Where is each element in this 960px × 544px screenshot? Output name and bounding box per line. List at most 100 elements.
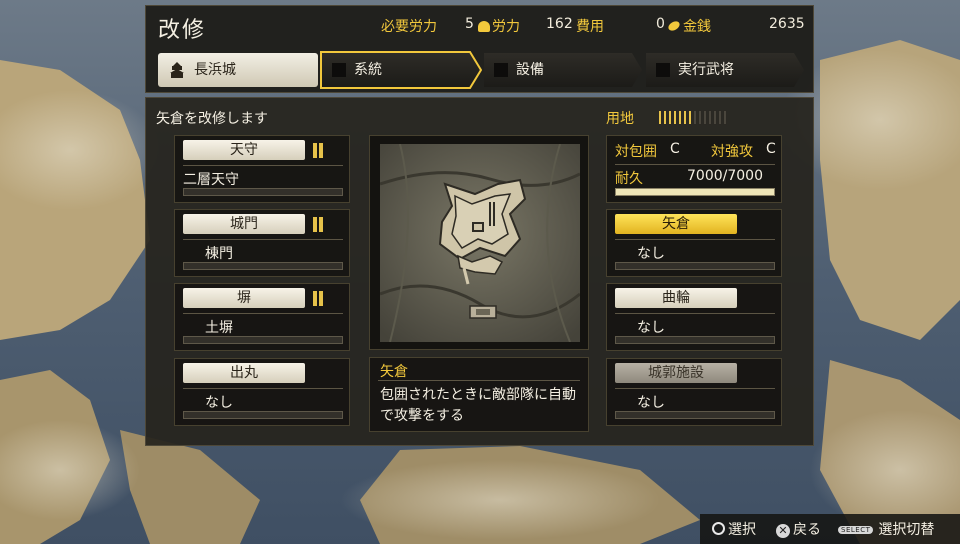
divider <box>183 165 343 166</box>
tab-equipment-label: 設備 <box>516 62 544 78</box>
assault-label: 対強攻 <box>711 144 753 160</box>
cost-value: 0 <box>656 16 665 32</box>
land-segment <box>708 110 712 125</box>
progress-bar <box>183 188 343 196</box>
info-title: 矢倉 <box>380 364 408 380</box>
divider <box>183 313 343 314</box>
castle-name: 長浜城 <box>194 62 236 78</box>
slot-value: 棟門 <box>205 246 233 262</box>
castle-gate-button[interactable]: 城門 <box>183 214 305 234</box>
required-labor-value: 5 <box>465 16 474 32</box>
money-label: 金銭 <box>683 19 711 35</box>
info-text: 包囲されたときに敵部隊に自動で攻撃をする <box>380 387 576 424</box>
progress-bar <box>615 336 775 344</box>
divider <box>615 388 775 389</box>
land-segment <box>668 110 672 125</box>
circle-button-icon <box>712 522 725 535</box>
castle-facility-button[interactable]: 城郭施設 <box>615 363 737 383</box>
siege-value: C <box>670 141 680 157</box>
slot-castle-facility[interactable]: 城郭施設 なし <box>606 358 782 426</box>
back-hint[interactable]: ✕ 戻る <box>776 519 821 539</box>
durability-label: 耐久 <box>615 171 643 187</box>
defense-stats: 対包囲 C 対強攻 C 耐久 7000/7000 <box>606 135 782 203</box>
castle-tab[interactable]: 長浜城 <box>158 53 318 87</box>
tab-marker <box>656 63 670 77</box>
tab-equipment[interactable]: 設備 <box>484 53 642 87</box>
switch-hint[interactable]: SELECT 選択切替 <box>838 519 934 539</box>
slot-value: 二層天守 <box>183 172 239 188</box>
tab-executor[interactable]: 実行武将 <box>646 53 804 87</box>
labor-icon <box>478 21 490 32</box>
cross-button-icon: ✕ <box>776 524 790 538</box>
main-panel: 矢倉を改修します 用地 天守 二層天守 城門 棟門 塀 土塀 出丸 なし 矢倉 … <box>145 97 814 446</box>
land-label: 用地 <box>606 111 634 127</box>
slot-value: なし <box>637 246 665 262</box>
level-indicator <box>313 291 325 310</box>
durability-value: 7000/7000 <box>687 168 763 184</box>
page-title: 改修 <box>158 18 207 43</box>
castle-map-frame <box>369 135 589 350</box>
siege-label: 対包囲 <box>615 144 657 160</box>
land-segment <box>663 110 667 125</box>
land-segment <box>718 110 722 125</box>
slot-yagura[interactable]: 矢倉 なし <box>606 209 782 277</box>
wall-button[interactable]: 塀 <box>183 288 305 308</box>
resource-stats: 必要労力 5 労力 162 費用 0 金銭 2635 <box>381 16 806 38</box>
level-indicator <box>313 217 325 236</box>
divider <box>183 388 343 389</box>
slot-tenshu[interactable]: 天守 二層天守 <box>174 135 350 203</box>
land-segment <box>698 110 702 125</box>
button-guide: 選択 ✕ 戻る SELECT 選択切替 <box>700 514 960 544</box>
labor-stat: 労力 <box>478 16 520 36</box>
land-meter <box>658 110 727 125</box>
land-segment <box>723 110 727 125</box>
demaru-button[interactable]: 出丸 <box>183 363 305 383</box>
land-segment <box>673 110 677 125</box>
header-panel: 改修 必要労力 5 労力 162 費用 0 金銭 2635 長浜城 系統 設備 … <box>145 5 814 93</box>
divider <box>615 239 775 240</box>
money-stat: 金銭 <box>666 16 711 36</box>
progress-bar <box>615 411 775 419</box>
tab-selection-outline <box>320 51 482 89</box>
slot-value: 土塀 <box>205 320 233 336</box>
labor-value: 162 <box>546 16 573 32</box>
slot-value: なし <box>205 395 233 411</box>
slot-castle-gate[interactable]: 城門 棟門 <box>174 209 350 277</box>
land-segment <box>688 110 692 125</box>
tenshu-button[interactable]: 天守 <box>183 140 305 160</box>
confirm-label: 選択 <box>728 522 756 538</box>
castle-icon <box>170 62 184 78</box>
castle-layout-map <box>380 144 580 342</box>
divider <box>615 164 775 165</box>
kuruwa-button[interactable]: 曲輪 <box>615 288 737 308</box>
tab-executor-label: 実行武将 <box>678 62 734 78</box>
switch-label: 選択切替 <box>878 522 935 538</box>
slot-value: なし <box>637 395 665 411</box>
description-text: 矢倉を改修します <box>156 111 268 127</box>
land-segment <box>713 110 717 125</box>
slot-demaru[interactable]: 出丸 なし <box>174 358 350 426</box>
level-indicator <box>313 143 325 162</box>
info-box: 矢倉 包囲されたときに敵部隊に自動で攻撃をする <box>369 357 589 432</box>
progress-bar <box>615 262 775 270</box>
slot-wall[interactable]: 塀 土塀 <box>174 283 350 351</box>
progress-bar <box>183 262 343 270</box>
yagura-button[interactable]: 矢倉 <box>615 214 737 234</box>
progress-bar <box>183 336 343 344</box>
land-segment <box>693 110 697 125</box>
cost-label: 費用 <box>576 19 604 35</box>
money-value: 2635 <box>769 16 805 32</box>
assault-value: C <box>766 141 776 157</box>
coin-icon <box>666 19 682 33</box>
divider <box>378 380 580 381</box>
confirm-hint[interactable]: 選択 <box>712 519 756 539</box>
land-segment <box>678 110 682 125</box>
slot-value: なし <box>637 320 665 336</box>
slot-kuruwa[interactable]: 曲輪 なし <box>606 283 782 351</box>
divider <box>183 239 343 240</box>
land-segment <box>703 110 707 125</box>
land-segment <box>683 110 687 125</box>
divider <box>615 313 775 314</box>
back-label: 戻る <box>793 522 821 538</box>
tab-marker <box>494 63 508 77</box>
